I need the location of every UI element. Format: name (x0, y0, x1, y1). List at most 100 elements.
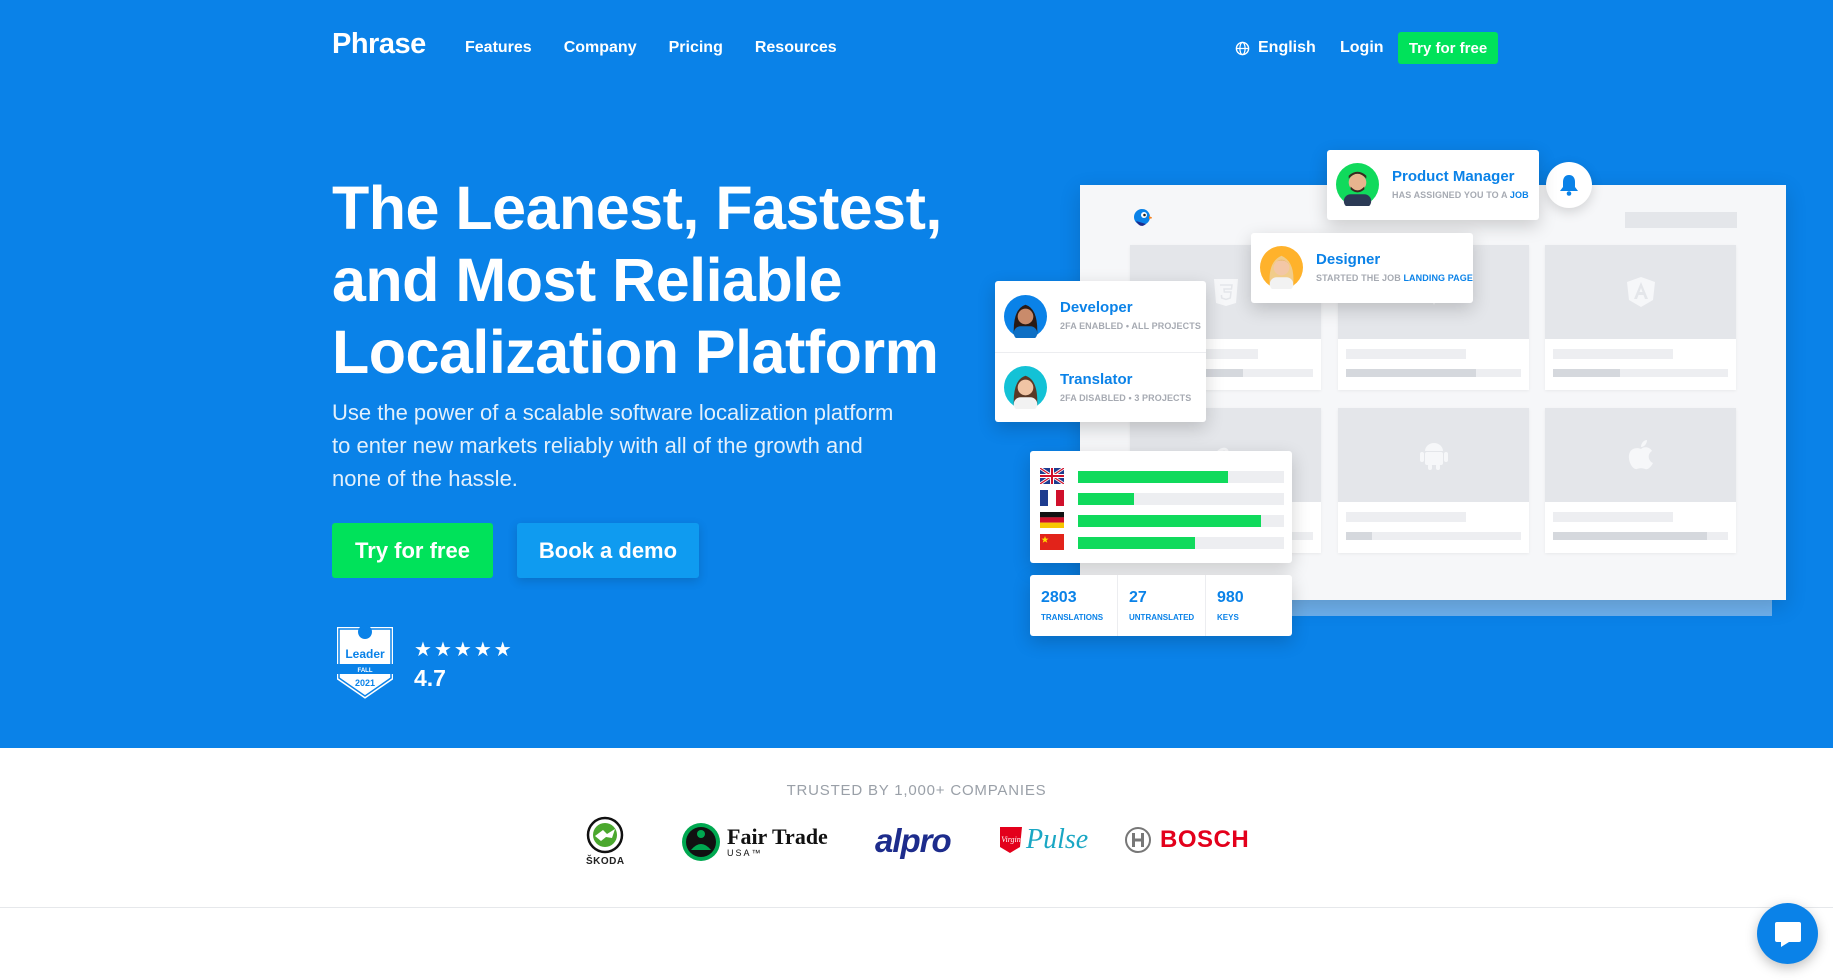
tile-progress (1553, 369, 1728, 377)
card-divider (995, 352, 1206, 353)
designer-desc: STARTED THE JOB LANDING PAGE (1316, 273, 1473, 283)
star-icon: ★ (493, 639, 512, 661)
team-members-card: Developer 2FA ENABLED • ALL PROJECTS Tra… (995, 281, 1206, 422)
product-manager-avatar (1336, 163, 1379, 206)
badge-year: 2021 (355, 678, 375, 688)
tile-title-placeholder (1346, 512, 1466, 522)
rating-value: 4.7 (414, 665, 446, 691)
apple-icon (1545, 408, 1736, 502)
translator-desc: 2FA DISABLED • 3 PROJECTS (1060, 393, 1192, 403)
product-manager-desc: HAS ASSIGNED YOU TO A JOB (1392, 190, 1529, 200)
desc-highlight: LANDING PAGE (1403, 273, 1473, 283)
project-tile (1545, 408, 1736, 553)
desc-highlight: JOB (1509, 190, 1529, 200)
rating-stars: ★ ★ ★ ★ ★ (414, 640, 512, 660)
stat-value: 2803 (1041, 589, 1077, 606)
brand-logos: ŠKODA Fair Trade USA™ alpro Virgin Pulse… (0, 812, 1833, 872)
tile-title-placeholder (1346, 349, 1466, 359)
login-link[interactable]: Login (1340, 39, 1384, 57)
bell-icon (1560, 175, 1578, 196)
star-icon: ★ (433, 639, 452, 661)
stat-label: TRANSLATIONS (1041, 613, 1104, 622)
bosch-wordmark: BOSCH (1160, 826, 1250, 853)
android-icon (1338, 408, 1529, 502)
language-label: English (1258, 39, 1316, 56)
headline-line: The Leanest, Fastest, (332, 174, 942, 242)
bosch-logo: BOSCH (1124, 826, 1249, 854)
stat-value: 980 (1217, 589, 1244, 606)
badge-season: FALL (358, 668, 373, 674)
tile-progress (1553, 532, 1728, 540)
project-tile (1545, 245, 1736, 390)
fairtrade-emblem-icon (682, 823, 720, 861)
nav-link-pricing[interactable]: Pricing (669, 39, 723, 57)
badge-title: Leader (345, 647, 385, 661)
nav-link-company[interactable]: Company (564, 39, 637, 57)
progress-track (1078, 493, 1284, 505)
g2-letter: G (362, 628, 368, 637)
subhead-line: Use the power of a scalable software loc… (332, 400, 894, 425)
nav-link-features[interactable]: Features (465, 39, 532, 57)
headline-line: and Most Reliable (332, 246, 843, 314)
virgin-small-text: Virgin (1001, 835, 1021, 844)
project-tile (1338, 408, 1529, 553)
fairtrade-text: Fair Trade USA™ (727, 824, 828, 859)
g2-leader-badge: G Leader FALL 2021 (332, 625, 398, 702)
nav-try-free-button[interactable]: Try for free (1398, 32, 1498, 64)
hero-headline: The Leanest, Fastest, and Most Reliable … (332, 172, 972, 388)
angular-icon (1545, 245, 1736, 339)
chat-launcher-button[interactable] (1757, 903, 1818, 964)
designer-avatar (1260, 246, 1303, 289)
fairtrade-sub: USA™ (727, 848, 763, 858)
star-icon: ★ (473, 639, 492, 661)
skoda-wordmark: ŠKODA (586, 856, 625, 867)
progress-fill (1078, 471, 1229, 483)
try-for-free-button[interactable]: Try for free (332, 523, 493, 578)
hero-subheading: Use the power of a scalable software loc… (332, 396, 912, 495)
language-row (1040, 512, 1284, 528)
desc-text: HAS ASSIGNED YOU TO A (1392, 190, 1508, 200)
stat-label: KEYS (1217, 613, 1239, 622)
progress-track (1078, 471, 1284, 483)
product-manager-title: Product Manager (1392, 168, 1515, 185)
stat-translations: 2803 TRANSLATIONS (1030, 575, 1117, 636)
book-demo-button[interactable]: Book a demo (517, 523, 699, 578)
skoda-emblem-icon (587, 816, 624, 854)
translator-title: Translator (1060, 371, 1133, 388)
language-selector[interactable]: English (1235, 39, 1316, 57)
progress-fill (1078, 537, 1196, 549)
subhead-line: to enter new markets reliably with all o… (332, 433, 863, 458)
virgin-pulse-logo: Virgin Pulse (998, 824, 1088, 856)
designer-title: Designer (1316, 251, 1381, 268)
chat-bubble-icon (1774, 921, 1801, 947)
nav-link-resources[interactable]: Resources (755, 39, 837, 57)
star-icon: ★ (414, 639, 432, 661)
developer-desc: 2FA ENABLED • ALL PROJECTS (1060, 321, 1201, 331)
panel-header-placeholder (1625, 212, 1737, 228)
tile-progress (1346, 532, 1521, 540)
stat-keys: 980 KEYS (1206, 575, 1293, 636)
desc-text: STARTED THE JOB (1316, 273, 1401, 283)
language-row (1040, 490, 1284, 506)
tile-title-placeholder (1553, 349, 1673, 359)
tile-progress (1346, 369, 1521, 377)
main-nav: Features Company Pricing Resources (465, 39, 837, 57)
star-icon: ★ (453, 639, 472, 661)
product-manager-card: Product Manager HAS ASSIGNED YOU TO A JO… (1327, 150, 1539, 220)
progress-track (1078, 537, 1284, 549)
globe-icon (1235, 41, 1250, 55)
language-progress-card (1030, 451, 1292, 563)
translator-avatar (1004, 366, 1047, 409)
fairtrade-wordmark: Fair Trade (727, 824, 828, 849)
stat-label: UNTRANSLATED (1129, 613, 1195, 622)
notification-bell[interactable] (1546, 162, 1592, 208)
headline-line: Localization Platform (332, 318, 939, 386)
fairtrade-logo: Fair Trade USA™ (681, 822, 828, 862)
skoda-logo: ŠKODA (586, 816, 625, 867)
progress-track (1078, 515, 1284, 527)
virgin-signature-icon: Virgin (1000, 827, 1022, 853)
bosch-armature-icon (1125, 827, 1151, 853)
phrase-logo[interactable]: Phrase (332, 28, 426, 61)
phrase-bird-icon (1134, 209, 1152, 226)
trusted-heading: TRUSTED BY 1,000+ COMPANIES (786, 782, 1047, 799)
